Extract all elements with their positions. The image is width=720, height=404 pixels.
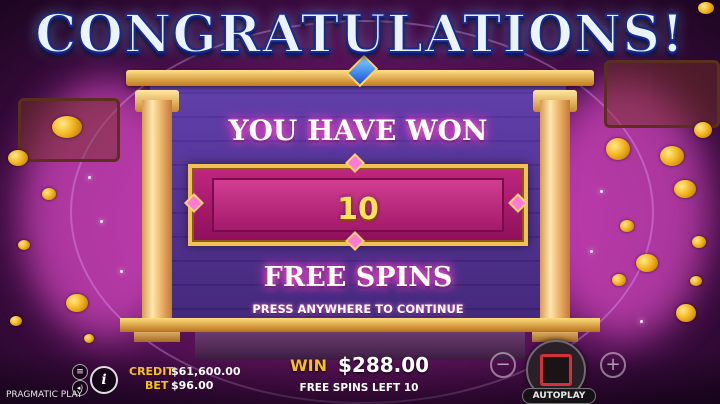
gold-coin [10,316,22,326]
gold-coin [42,188,56,200]
gold-coin [66,294,88,312]
sparkle [88,176,91,179]
gold-coin [674,180,696,198]
plus-icon[interactable]: + [600,352,626,378]
gold-coin [606,138,630,160]
free-spins-left: FREE SPINS LEFT 10 [299,382,419,394]
spins-count: 10 [337,192,379,227]
gold-coin [694,122,712,138]
sparkle [640,320,643,323]
autoplay-button[interactable]: AUTOPLAY [522,388,596,404]
bet-value: $96.00 [171,379,214,392]
autoplay-label: AUTOPLAY [532,391,586,401]
credit-label: CREDIT [129,365,174,378]
gold-coin [690,276,702,286]
win-label: WIN [290,356,327,375]
gold-coin [8,150,28,166]
stop-icon [540,354,572,386]
gold-coin [692,236,706,248]
sparkle [600,190,603,193]
sparkle [120,270,123,273]
gold-coin [636,254,658,272]
info-icon[interactable]: i [90,366,118,394]
bet-label: BET [145,379,169,392]
free-spins-text: FREE SPINS [263,262,453,293]
gold-coin [18,240,30,250]
menu-icon[interactable]: ≡ [72,364,88,380]
gold-coin [620,220,634,232]
gold-coin [612,274,626,286]
credit-value: $61,600.00 [171,365,241,378]
gold-coin [84,334,94,343]
win-value: $288.00 [338,353,430,377]
spins-count-inner: 10 [212,178,504,232]
gold-coin [660,146,684,166]
you-have-won-text: YOU HAVE WON [228,114,488,147]
press-anywhere-text[interactable]: PRESS ANYWHERE TO CONTINUE [150,302,566,316]
minus-icon[interactable]: − [490,352,516,378]
congratulations-title: CONGRATULATIONS! [34,3,685,66]
gold-coin [52,116,82,138]
temple-floor [120,318,600,332]
background-sign-right [604,60,720,128]
game-scene[interactable]: CONGRATULATIONS! YOU HAVE WON 10 FREE SP… [0,0,720,404]
sparkle [590,250,593,253]
brand-label: PRAGMATIC PLAY [6,390,83,400]
sparkle [100,220,103,223]
gold-coin [676,304,696,322]
